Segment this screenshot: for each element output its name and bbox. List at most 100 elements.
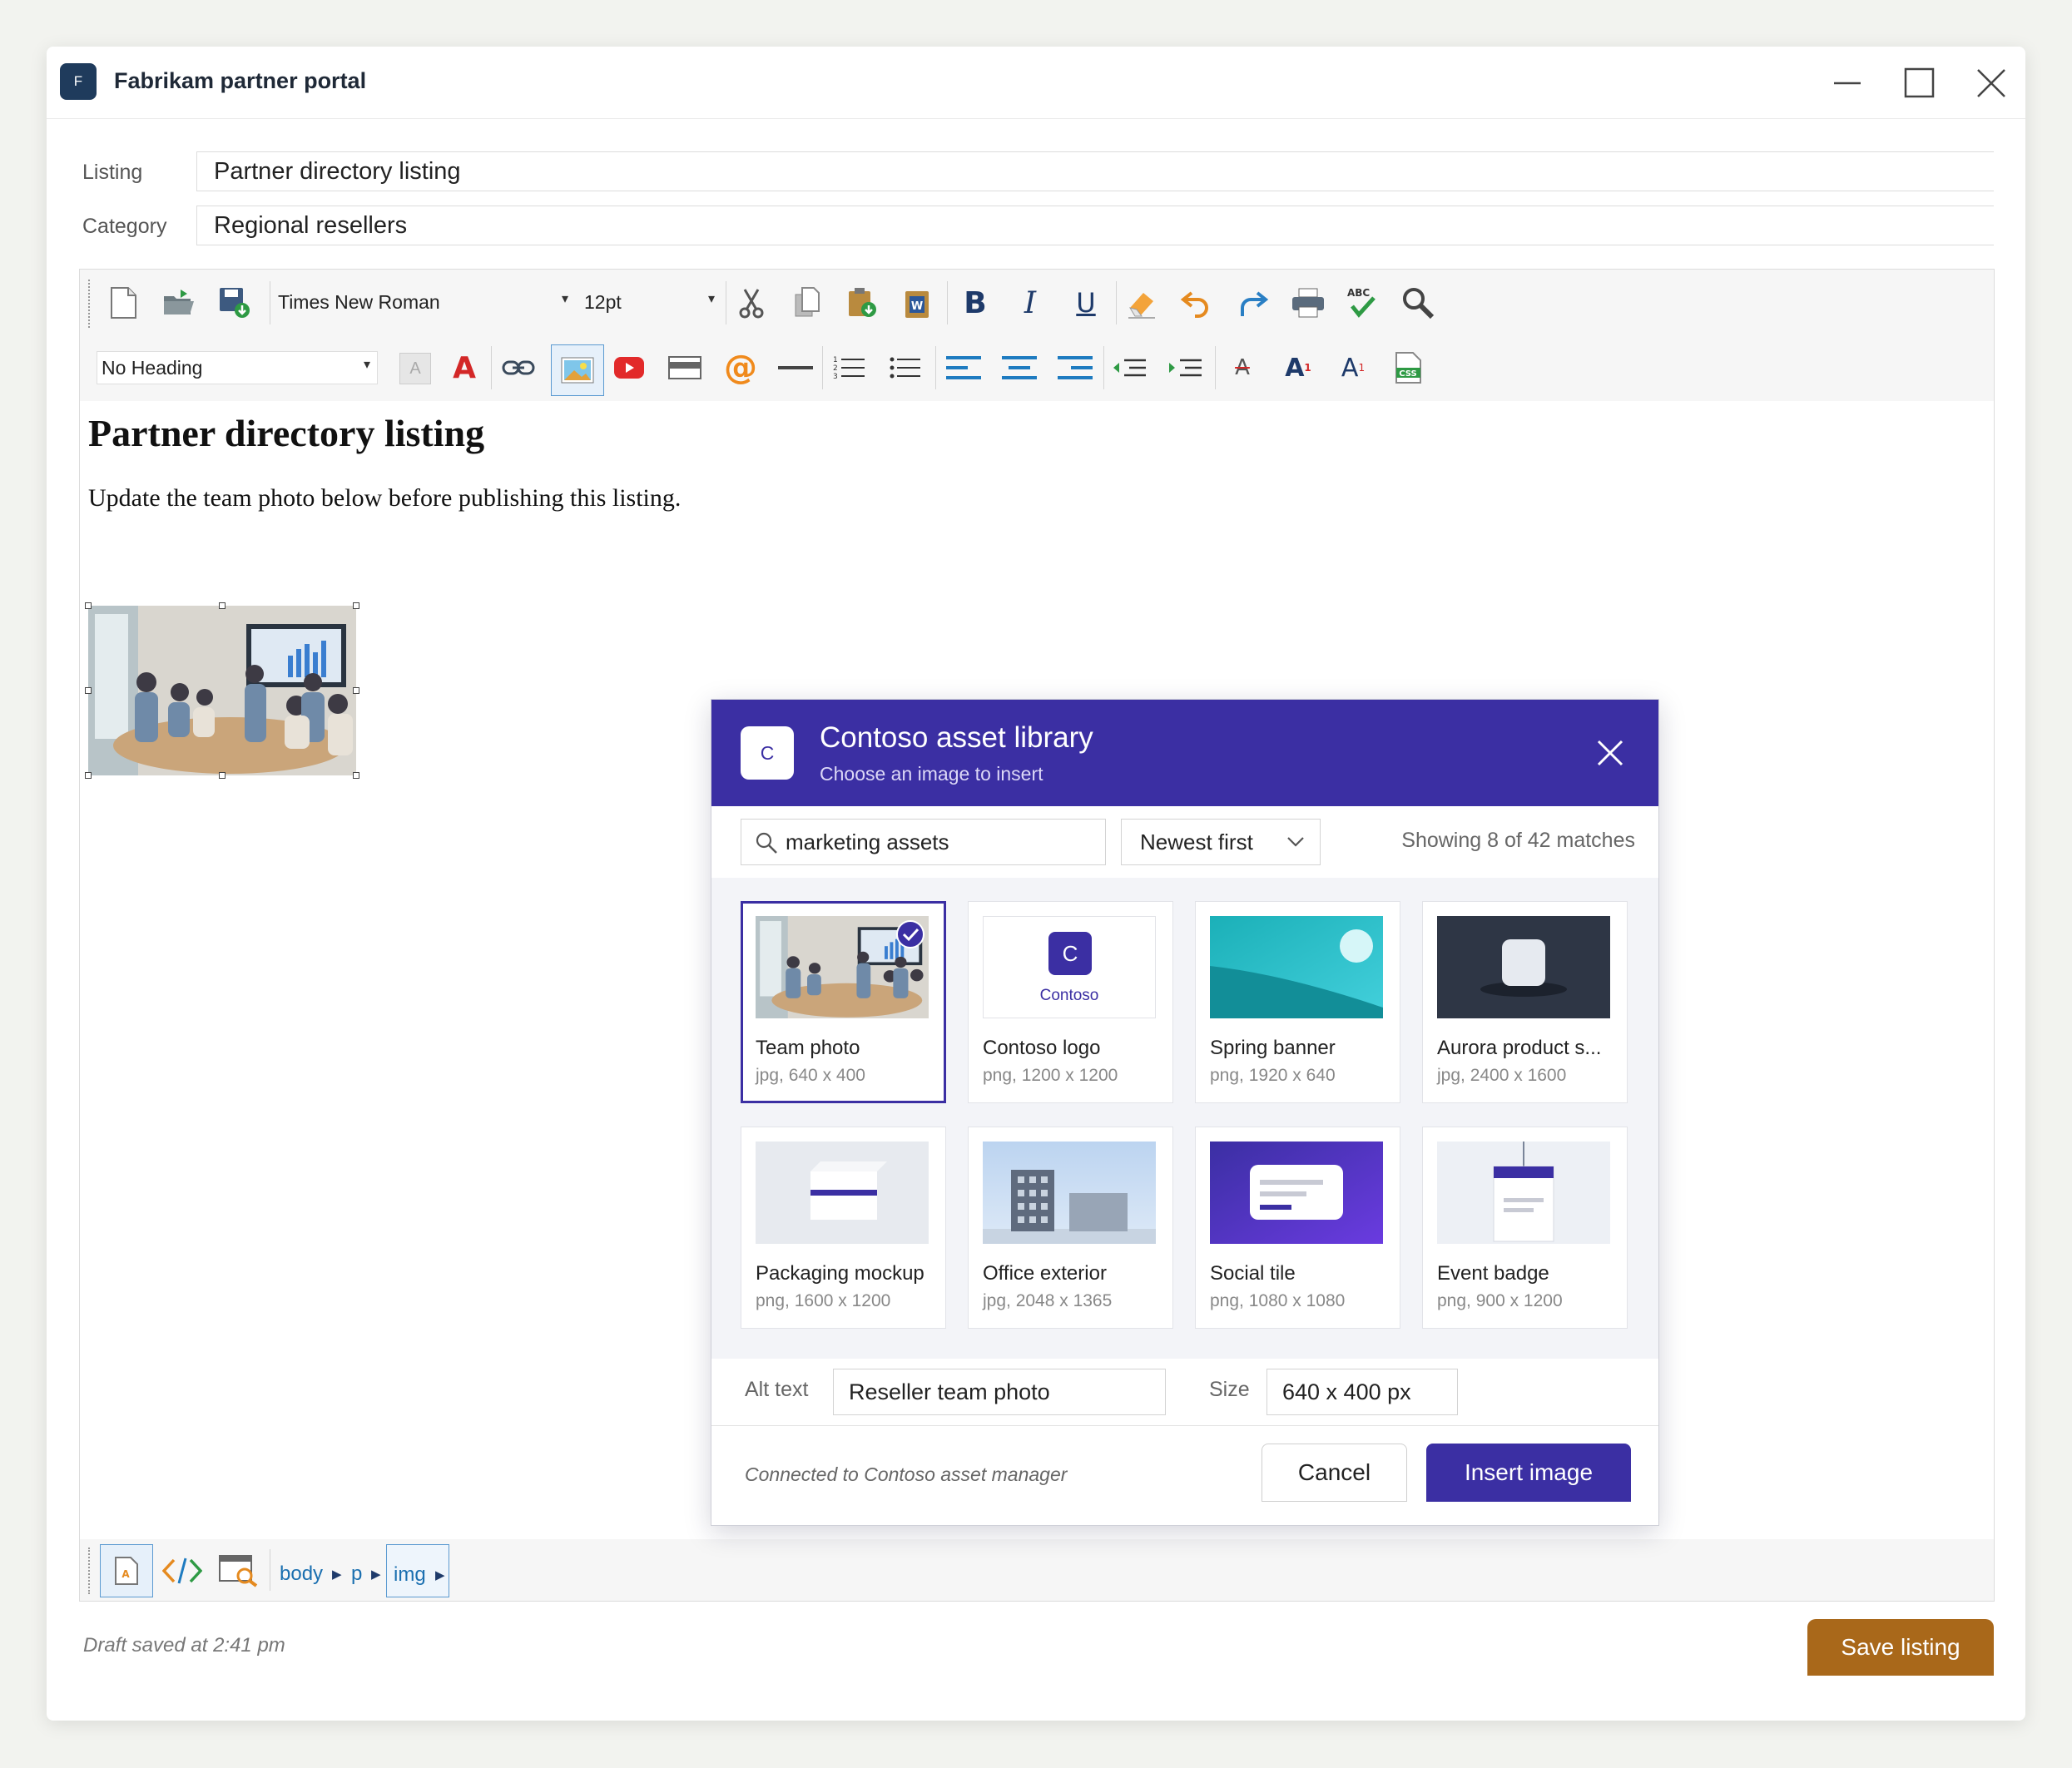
asset-meta: png, 900 x 1200: [1437, 1291, 1563, 1310]
font-color-icon[interactable]: A: [446, 349, 483, 386]
dialog-header: C Contoso asset library Choose an image …: [711, 700, 1658, 806]
asset-meta: png, 1080 x 1080: [1210, 1291, 1346, 1310]
asset-meta: jpg, 640 x 400: [756, 1066, 865, 1085]
design-view-icon[interactable]: A: [100, 1544, 153, 1597]
breadcrumb-p[interactable]: p: [351, 1562, 362, 1586]
open-folder-icon[interactable]: [161, 285, 197, 321]
css-style-icon[interactable]: CSS: [1390, 349, 1427, 386]
paste-from-word-icon[interactable]: W: [899, 285, 935, 321]
bold-icon[interactable]: B: [957, 285, 994, 321]
asset-card-contoso-logo[interactable]: C Contoso Contoso logo png, 1200 x 1200: [968, 901, 1173, 1103]
font-family-select[interactable]: Times New Roman ▾: [274, 286, 575, 319]
asset-meta: png, 1600 x 1200: [756, 1291, 891, 1310]
print-icon[interactable]: [1290, 285, 1326, 321]
category-input[interactable]: Regional resellers: [196, 206, 1994, 245]
selected-inline-image[interactable]: [85, 602, 359, 779]
social-tile-thumbnail: [1210, 1142, 1383, 1244]
minimize-icon[interactable]: [1829, 65, 1866, 102]
horizontal-rule-icon[interactable]: [777, 349, 814, 386]
office-exterior-thumbnail: [983, 1142, 1156, 1244]
asset-card-event-badge[interactable]: Event badge png, 900 x 1200: [1422, 1127, 1628, 1329]
undo-icon[interactable]: [1178, 285, 1215, 321]
subscript-icon[interactable]: A1: [1335, 349, 1371, 386]
listing-label: Listing: [82, 161, 143, 184]
asset-grid: Team photo jpg, 640 x 400 C Contoso Cont…: [711, 878, 1658, 1359]
align-right-icon[interactable]: [1057, 349, 1093, 386]
svg-text:ABC: ABC: [1347, 287, 1370, 299]
asset-card-packaging-mockup[interactable]: Packaging mockup png, 1600 x 1200: [741, 1127, 946, 1329]
cut-icon[interactable]: [733, 285, 770, 321]
toolbar-row-1: Times New Roman ▾ 12pt ▾ W B I U ABC: [80, 270, 1994, 336]
dialog-logo: C: [741, 726, 794, 780]
alt-text-input[interactable]: Reseller team photo: [833, 1369, 1166, 1415]
connection-status: Connected to Contoso asset manager: [745, 1463, 1068, 1485]
editor-footer: A body ▶ p ▶ img ▶: [80, 1539, 1994, 1601]
asset-name: Packaging mockup: [756, 1262, 924, 1285]
asset-search-input[interactable]: marketing assets: [741, 819, 1106, 865]
italic-icon[interactable]: I: [1012, 285, 1048, 321]
align-left-icon[interactable]: [945, 349, 982, 386]
code-view-icon[interactable]: [160, 1551, 205, 1591]
bulleted-list-icon[interactable]: [887, 349, 924, 386]
copy-icon[interactable]: [789, 285, 825, 321]
close-icon[interactable]: [1973, 65, 2010, 102]
dialog-close-icon[interactable]: [1595, 738, 1625, 768]
background-color-icon[interactable]: A: [399, 353, 431, 384]
contoso-logo-text: Contoso: [1039, 987, 1099, 1004]
aurora-product-thumbnail: [1437, 916, 1610, 1018]
asset-card-spring-banner[interactable]: Spring banner png, 1920 x 640: [1195, 901, 1400, 1103]
superscript-icon[interactable]: A1: [1280, 349, 1316, 386]
save-document-icon[interactable]: [216, 285, 253, 321]
numbered-list-icon[interactable]: 123: [831, 349, 868, 386]
asset-library-dialog: C Contoso asset library Choose an image …: [711, 699, 1659, 1526]
insert-image-icon[interactable]: [551, 344, 604, 396]
asset-meta: png, 1920 x 640: [1210, 1066, 1336, 1085]
packaging-mockup-thumbnail: [756, 1142, 929, 1244]
paste-icon[interactable]: [844, 285, 880, 321]
insert-image-button[interactable]: Insert image: [1426, 1444, 1631, 1502]
new-document-icon[interactable]: [105, 285, 141, 321]
size-input[interactable]: 640 x 400 px: [1266, 1369, 1458, 1415]
team-photo-thumbnail: [756, 916, 929, 1018]
sort-select[interactable]: Newest first: [1121, 819, 1321, 865]
outdent-icon[interactable]: [1112, 349, 1148, 386]
document-paragraph: Update the team photo below before publi…: [88, 484, 682, 512]
alt-text-label: Alt text: [745, 1378, 809, 1401]
email-link-icon[interactable]: @: [721, 348, 761, 388]
asset-card-aurora-product[interactable]: Aurora product s... jpg, 2400 x 1600: [1422, 901, 1628, 1103]
svg-text:A: A: [121, 1568, 130, 1580]
asset-meta: jpg, 2048 x 1365: [983, 1291, 1113, 1310]
asset-card-office-exterior[interactable]: Office exterior jpg, 2048 x 1365: [968, 1127, 1173, 1329]
youtube-icon[interactable]: [611, 349, 647, 386]
breadcrumb-body[interactable]: body: [280, 1562, 323, 1586]
breadcrumb-img-selected[interactable]: img ▶: [386, 1544, 449, 1597]
breadcrumb-img: img: [394, 1563, 426, 1586]
asset-card-team-photo[interactable]: Team photo jpg, 640 x 400: [741, 901, 946, 1103]
listing-input[interactable]: Partner directory listing: [196, 151, 1994, 191]
chevron-down-icon: [1287, 837, 1304, 847]
app-title: Fabrikam partner portal: [114, 68, 367, 93]
indent-icon[interactable]: [1167, 349, 1204, 386]
svg-text:1: 1: [833, 356, 838, 364]
heading-select[interactable]: No Heading ▾: [97, 351, 378, 384]
font-size-select[interactable]: 12pt ▾: [580, 286, 721, 319]
strikethrough-icon[interactable]: A: [1224, 349, 1261, 386]
dialog-title: Contoso asset library: [820, 721, 1093, 754]
redo-icon[interactable]: [1234, 285, 1271, 321]
cancel-button[interactable]: Cancel: [1262, 1444, 1407, 1502]
align-center-icon[interactable]: [1001, 349, 1038, 386]
contoso-logo-thumbnail: C Contoso: [983, 916, 1156, 1018]
maximize-icon[interactable]: [1901, 65, 1937, 102]
iframe-icon[interactable]: [667, 349, 703, 386]
search-icon: [756, 832, 777, 854]
breadcrumb-separator-icon: ▶: [332, 1567, 342, 1582]
find-icon[interactable]: [1400, 285, 1436, 321]
save-listing-button[interactable]: Save listing: [1807, 1619, 1994, 1676]
eraser-icon[interactable]: [1123, 285, 1160, 321]
link-icon[interactable]: [500, 349, 537, 386]
spellcheck-icon[interactable]: ABC: [1345, 285, 1381, 321]
preview-icon[interactable]: [216, 1551, 261, 1591]
asset-name: Aurora product s...: [1437, 1037, 1602, 1059]
asset-card-social-tile[interactable]: Social tile png, 1080 x 1080: [1195, 1127, 1400, 1329]
underline-icon[interactable]: U: [1068, 285, 1104, 321]
